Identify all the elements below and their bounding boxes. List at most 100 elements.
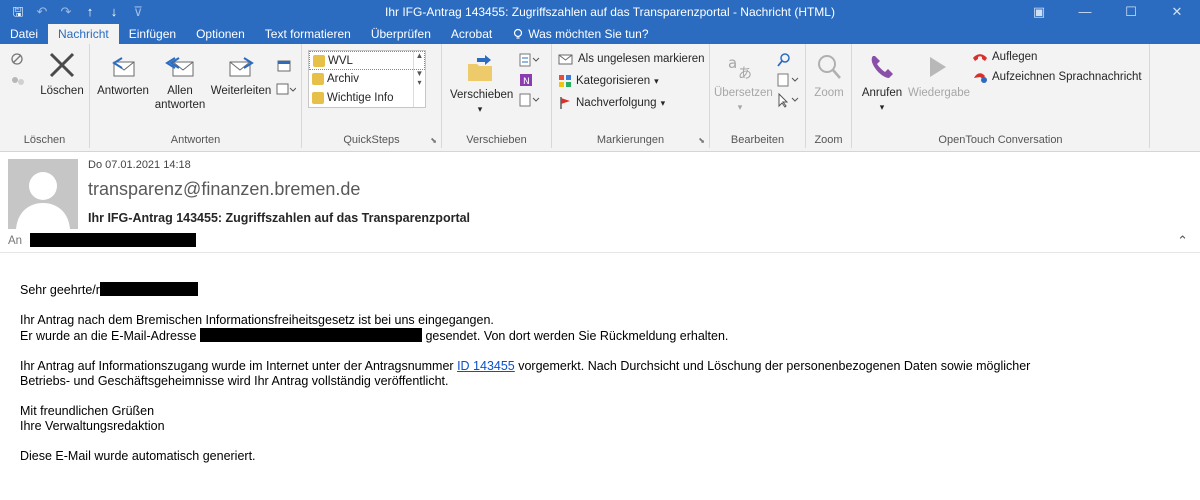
paragraph-publication: Ihr Antrag auf Informationszugang wurde … (20, 359, 1180, 389)
auto-generated-note: Diese E-Mail wurde automatisch generiert… (20, 449, 256, 463)
move-folder-icon (468, 55, 492, 81)
zoom-label: Zoom (814, 87, 844, 99)
more-respond-icon[interactable] (276, 82, 296, 96)
forward-button[interactable]: Weiterleiten (210, 54, 272, 98)
hangup-label: Auflegen (992, 51, 1038, 63)
p1-line2-start: Er wurde an die E-Mail-Adresse (20, 329, 197, 343)
dialog-launcher-icon[interactable]: ⬊ (698, 136, 705, 145)
followup-label: Nachverfolgung (576, 97, 657, 109)
tab-nachricht[interactable]: Nachricht (48, 24, 119, 44)
tell-me-box[interactable]: Was möchten Sie tun? (502, 24, 658, 44)
group-label-markierungen: Markierungen (596, 134, 665, 146)
title-bar: 🖫 ↶ ↷ ↑ ↓ ⊽ Ihr IFG-Antrag 143455: Zugri… (0, 0, 1200, 44)
close-button[interactable]: ✕ (1154, 0, 1200, 24)
forward-icon (229, 57, 254, 77)
quickstep-wvl[interactable]: WVL (309, 51, 425, 70)
message-header: Do 07.01.2021 14:18 transparenz@finanzen… (0, 153, 1200, 253)
group-label-bearbeiten: Bearbeiten (730, 134, 785, 146)
mark-unread-button[interactable]: Als ungelesen markieren (558, 50, 705, 68)
rules-icon[interactable] (518, 52, 540, 68)
hangup-button[interactable]: Auflegen (972, 48, 1037, 66)
group-antworten: Antworten Allen antworten Weiterleiten A… (90, 44, 302, 148)
ribbon-display-options-button[interactable]: ▣ (1016, 0, 1062, 24)
minimize-button[interactable]: — (1062, 0, 1108, 24)
collapse-header-icon[interactable]: ⌃ (1177, 233, 1188, 249)
reply-icon (112, 57, 135, 77)
maximize-button[interactable]: ☐ (1108, 0, 1154, 24)
zoom-button[interactable]: Zoom (810, 52, 848, 100)
reply-all-label-1: Allen (167, 85, 193, 97)
quickstep-archiv[interactable]: Archiv (309, 70, 425, 89)
group-markierungen: Als ungelesen markieren Kategorisieren ▾… (552, 44, 710, 148)
onenote-icon[interactable]: N (518, 72, 534, 88)
play-button[interactable]: Wiedergabe (908, 52, 971, 100)
group-quicksteps: WVL Archiv Wichtige Info ▲ ▼ ▾ QuickSteps … (302, 44, 442, 148)
redacted-email (199, 328, 422, 342)
call-button[interactable]: Anrufen ▾ (856, 52, 908, 114)
ribbon-tabs: Datei Nachricht Einfügen Optionen Text f… (0, 24, 659, 44)
categorize-label: Kategorisieren (576, 75, 651, 87)
reply-button[interactable]: Antworten (94, 54, 152, 98)
reply-all-icon (165, 57, 194, 77)
sender-address[interactable]: transparenz@finanzen.bremen.de (88, 179, 360, 200)
greeting: Sehr geehrte/r (20, 283, 100, 297)
tab-einfuegen[interactable]: Einfügen (119, 24, 186, 44)
svg-text:N: N (523, 77, 530, 87)
chevron-down-icon: ▾ (737, 102, 743, 112)
person-placeholder-icon (8, 159, 78, 229)
move-button[interactable]: Verschieben ▾ (450, 54, 514, 116)
find-icon[interactable] (776, 52, 792, 68)
translate-label: Übersetzen (714, 87, 773, 99)
record-voicemail-label: Aufzeichnen Sprachnachricht (992, 71, 1142, 83)
p1-line1: Ihr Antrag nach dem Bremischen Informati… (20, 313, 494, 327)
quicksteps-scroll[interactable]: ▲ ▼ ▾ (413, 51, 425, 107)
group-bearbeiten: aあ Übersetzen ▾ Bearbeiten (710, 44, 806, 148)
tab-datei[interactable]: Datei (0, 24, 48, 44)
chevron-down-icon: ▾ (654, 75, 659, 86)
p1-line2-end: gesendet. Von dort werden Sie Rückmeldun… (425, 329, 729, 343)
hangup-icon (973, 54, 987, 61)
magnifier-icon (818, 55, 841, 79)
related-icon[interactable] (776, 72, 800, 88)
redacted-name (99, 282, 198, 296)
forward-label: Weiterleiten (210, 85, 272, 97)
closing-line2: Ihre Verwaltungsredaktion (20, 419, 165, 433)
tab-acrobat[interactable]: Acrobat (441, 24, 502, 44)
delete-label: Löschen (40, 85, 84, 97)
folder-icon (312, 92, 324, 104)
categorize-button[interactable]: Kategorisieren ▾ (558, 72, 659, 90)
chevron-down-icon: ▾ (660, 97, 666, 108)
actions-icon[interactable] (518, 92, 540, 108)
group-opentouch: Anrufen ▾ Wiedergabe Auflegen Aufzeichne… (852, 44, 1150, 148)
ignore-icon[interactable] (10, 52, 26, 68)
translate-button[interactable]: aあ Übersetzen ▾ (714, 52, 773, 114)
move-label: Verschieben (450, 89, 514, 101)
tell-me-label: Was möchten Sie tun? (528, 27, 649, 41)
tab-optionen[interactable]: Optionen (186, 24, 255, 44)
quickstep-wichtige-info[interactable]: Wichtige Info (309, 89, 425, 108)
group-label-quicksteps: QuickSteps (343, 134, 400, 146)
request-id-link[interactable]: ID 143455 (457, 359, 515, 373)
reply-all-button[interactable]: Allen antworten (152, 54, 208, 112)
call-label: Anrufen (861, 87, 903, 99)
cleanup-icon[interactable] (10, 74, 28, 88)
group-label-verschieben: Verschieben (466, 134, 527, 146)
group-label-opentouch: OpenTouch Conversation (938, 134, 1063, 146)
followup-button[interactable]: Nachverfolgung ▾ (558, 94, 665, 112)
unread-mail-icon (558, 54, 573, 65)
lightbulb-icon (514, 28, 523, 39)
closing-paragraph: Mit freundlichen Grüßen Ihre Verwaltungs… (20, 404, 1180, 434)
categorize-icon (559, 75, 571, 87)
delete-button[interactable]: Löschen (38, 50, 86, 98)
tab-text-formatieren[interactable]: Text formatieren (255, 24, 361, 44)
dialog-launcher-icon[interactable]: ⬊ (430, 136, 437, 145)
tab-ueberpruefen[interactable]: Überprüfen (361, 24, 441, 44)
select-icon[interactable] (776, 92, 800, 108)
closing-line1: Mit freundlichen Grüßen (20, 404, 155, 418)
reply-label: Antworten (97, 85, 149, 97)
meeting-reply-icon[interactable] (276, 58, 292, 74)
quickstep-archiv-label: Archiv (327, 73, 359, 85)
mark-unread-label: Als ungelesen markieren (578, 53, 705, 65)
record-voicemail-button[interactable]: Aufzeichnen Sprachnachricht (972, 68, 1142, 86)
play-label: Wiedergabe (908, 87, 971, 99)
